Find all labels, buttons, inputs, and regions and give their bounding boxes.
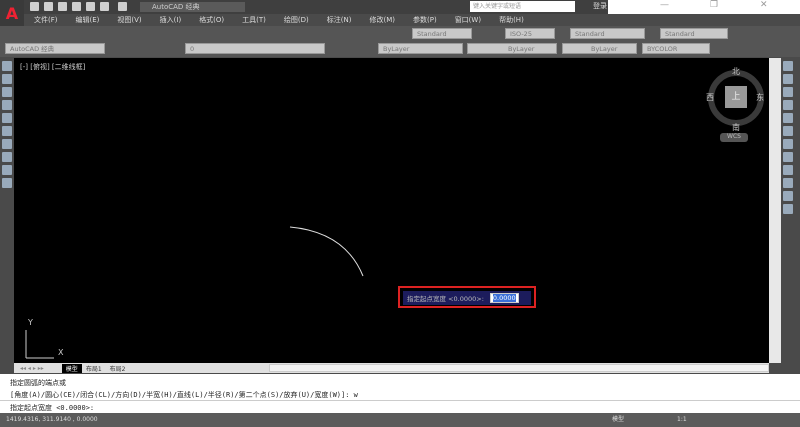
menu-bar: 文件(F) 编辑(E) 视图(V) 插入(I) 格式(O) 工具(T) 绘图(D… <box>24 14 800 26</box>
layer-dropdown[interactable]: 0 <box>185 43 325 54</box>
dynamic-input-prompt: 指定起点宽度 <0.0000>: <box>407 295 484 303</box>
compass-south[interactable]: 南 <box>732 122 740 133</box>
menu-tools[interactable]: 工具(T) <box>234 14 274 26</box>
menu-edit[interactable]: 编辑(E) <box>68 14 108 26</box>
tab-model[interactable]: 模型 <box>61 363 82 373</box>
arc-tool-icon[interactable] <box>2 113 12 123</box>
close-button[interactable]: ✕ <box>760 0 768 10</box>
model-space-button[interactable]: 模型 <box>612 413 624 427</box>
print-icon[interactable] <box>86 2 95 11</box>
linetype-dropdown[interactable]: ByLayer <box>467 43 557 54</box>
ellipse-tool-icon[interactable] <box>2 152 12 162</box>
move-tool-icon[interactable] <box>783 126 793 136</box>
drawing-canvas[interactable]: Y X <box>14 58 769 363</box>
mirror-tool-icon[interactable] <box>783 87 793 97</box>
command-history-1: 指定圆弧的端点或 <box>10 379 66 387</box>
command-history-2: [角度(A)/圆心(CE)/闭合(CL)/方向(D)/半宽(H)/直线(L)/半… <box>10 391 358 399</box>
rotate-tool-icon[interactable] <box>783 139 793 149</box>
dynamic-input-field[interactable]: 0.0000 <box>489 293 519 303</box>
offset-tool-icon[interactable] <box>783 100 793 110</box>
menu-insert[interactable]: 插入(I) <box>152 14 190 26</box>
extend-tool-icon[interactable] <box>783 191 793 201</box>
new-icon[interactable] <box>30 2 39 11</box>
menu-dimension[interactable]: 标注(N) <box>319 14 360 26</box>
autocad-logo-icon: A <box>5 3 19 23</box>
menu-modify[interactable]: 修改(M) <box>361 14 403 26</box>
copy-tool-icon[interactable] <box>783 74 793 84</box>
lineweight-dropdown[interactable]: ByLayer <box>562 43 637 54</box>
menu-format[interactable]: 格式(O) <box>191 14 232 26</box>
erase-tool-icon[interactable] <box>783 61 793 71</box>
ucs-y-label: Y <box>28 318 33 327</box>
workspace-combo[interactable]: AutoCAD 经典 <box>5 43 105 54</box>
open-icon[interactable] <box>44 2 53 11</box>
color-dropdown[interactable]: ByLayer <box>378 43 463 54</box>
scale-tool-icon[interactable] <box>783 152 793 162</box>
redo-icon[interactable] <box>118 2 127 11</box>
workspace-dropdown[interactable]: AutoCAD 经典 <box>140 2 245 12</box>
coordinates-readout[interactable]: 1419.4316, 311.9140 , 0.0000 <box>0 416 98 423</box>
horizontal-scrollbar[interactable] <box>269 364 769 372</box>
vertical-scrollbar[interactable] <box>769 58 781 363</box>
tab-layout1[interactable]: 布局1 <box>82 364 106 373</box>
dynamic-input-value: 0.0000 <box>492 294 516 302</box>
status-bar: 1419.4316, 311.9140 , 0.0000 模型 1:1 <box>0 413 800 427</box>
menu-view[interactable]: 视图(V) <box>109 14 149 26</box>
table-style-dropdown[interactable]: Standard <box>570 28 645 39</box>
save-icon[interactable] <box>58 2 67 11</box>
ucs-x-label: X <box>58 348 64 357</box>
mleader-style-dropdown[interactable]: Standard <box>660 28 728 39</box>
polyline-tool-icon[interactable] <box>2 74 12 84</box>
viewport-controls[interactable]: [-] [俯视] [二维线框] <box>20 62 85 72</box>
login-button[interactable]: 登录 <box>593 1 607 11</box>
menu-parametric[interactable]: 参数(P) <box>405 14 445 26</box>
polygon-tool-icon[interactable] <box>2 87 12 97</box>
dynamic-input-tooltip: 指定起点宽度 <0.0000>: 0.0000 <box>398 286 536 308</box>
rectangle-tool-icon[interactable] <box>2 100 12 110</box>
trim-tool-icon[interactable] <box>783 178 793 188</box>
plotstyle-dropdown[interactable]: BYCOLOR <box>642 43 710 54</box>
standard-toolbar: Standard ISO-25 Standard Standard <box>0 26 800 41</box>
drawing-svg <box>25 226 364 359</box>
dim-style-dropdown[interactable]: ISO-25 <box>505 28 555 39</box>
tab-nav-arrows[interactable]: ◂◂ ◂ ▸ ▸▸ <box>14 365 62 372</box>
layers-toolbar: AutoCAD 经典 0 ByLayer ByLayer ByLayer BYC… <box>0 41 800 57</box>
layout-tabs: ◂◂ ◂ ▸ ▸▸ 模型 布局1 布局2 <box>14 363 769 373</box>
compass-north[interactable]: 北 <box>732 66 740 77</box>
app-menu-button[interactable]: A <box>0 0 24 26</box>
command-window[interactable]: 指定圆弧的端点或 [角度(A)/圆心(CE)/闭合(CL)/方向(D)/半宽(H… <box>0 374 800 413</box>
text-style-dropdown[interactable]: Standard <box>412 28 472 39</box>
text-tool-icon[interactable] <box>2 178 12 188</box>
viewcube-top[interactable]: 上 <box>725 86 747 108</box>
array-tool-icon[interactable] <box>783 113 793 123</box>
menu-help[interactable]: 帮助(H) <box>491 14 532 26</box>
compass-west[interactable]: 西 <box>706 92 714 103</box>
stretch-tool-icon[interactable] <box>783 165 793 175</box>
restore-button[interactable]: ❐ <box>710 0 718 10</box>
annotation-scale-button[interactable]: 1:1 <box>677 413 687 427</box>
spline-tool-icon[interactable] <box>2 139 12 149</box>
save-as-icon[interactable] <box>72 2 81 11</box>
wcs-menu[interactable]: WCS <box>720 133 748 142</box>
search-input[interactable]: 键入关键字或短语 <box>470 1 575 12</box>
draw-toolbar <box>0 58 14 373</box>
hatch-tool-icon[interactable] <box>2 165 12 175</box>
menu-draw[interactable]: 绘图(D) <box>276 14 317 26</box>
command-input[interactable]: 指定起点宽度 <0.0000>: <box>0 400 800 413</box>
undo-icon[interactable] <box>100 2 109 11</box>
arc-polyline[interactable] <box>289 226 364 277</box>
explode-tool-icon[interactable] <box>783 204 793 214</box>
circle-tool-icon[interactable] <box>2 126 12 136</box>
modify-toolbar <box>781 58 800 378</box>
tab-layout2[interactable]: 布局2 <box>106 364 130 373</box>
minimize-button[interactable]: — <box>660 0 669 10</box>
menu-file[interactable]: 文件(F) <box>26 14 66 26</box>
menu-window[interactable]: 窗口(W) <box>447 14 489 26</box>
compass-east[interactable]: 东 <box>756 92 764 103</box>
line-tool-icon[interactable] <box>2 61 12 71</box>
